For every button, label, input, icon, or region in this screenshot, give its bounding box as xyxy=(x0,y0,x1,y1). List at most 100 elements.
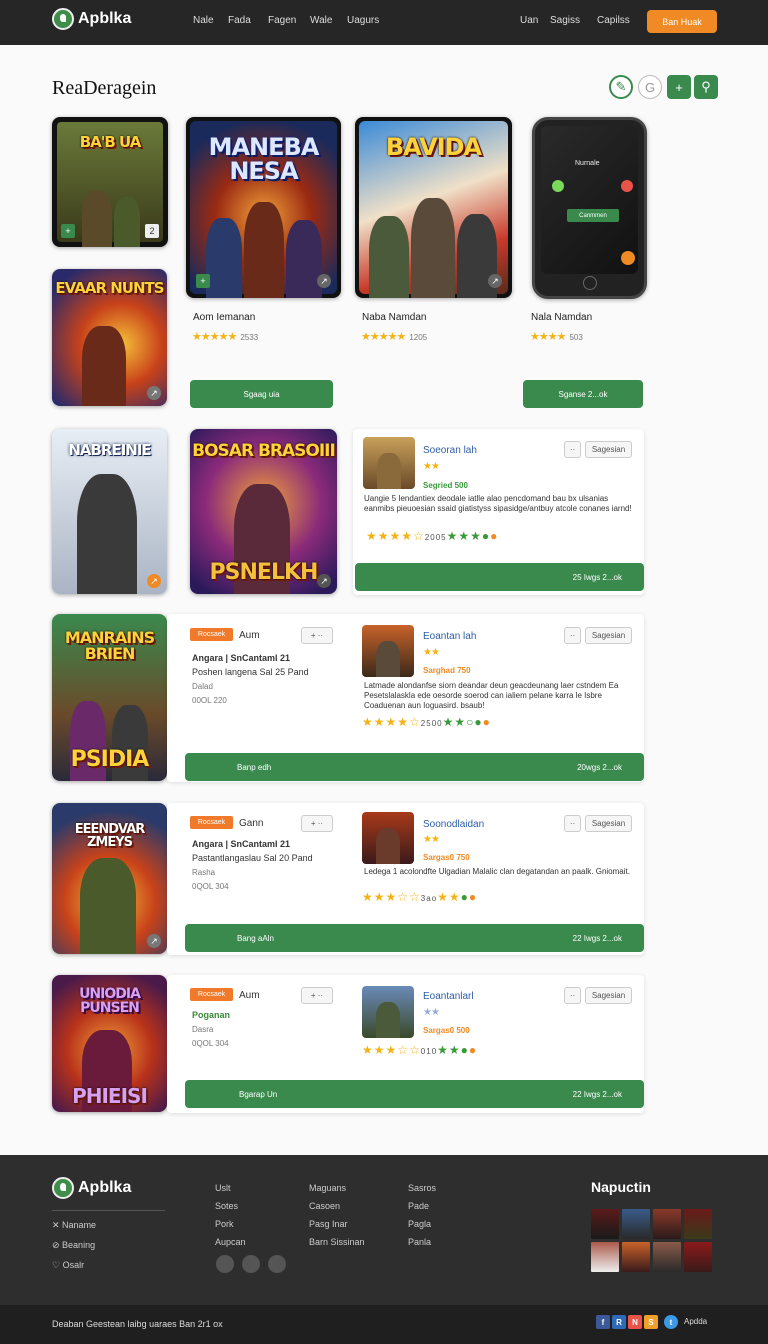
game-cover-subtitle: PSNELKH xyxy=(209,560,319,585)
s-icon[interactable]: S xyxy=(644,1315,658,1329)
nav-link-8[interactable]: Capilss xyxy=(597,15,630,26)
twitter-icon[interactable]: t xyxy=(664,1315,678,1329)
footer-logo[interactable]: Apblka xyxy=(52,1177,131,1199)
reviewer-name[interactable]: Eoantanlarl xyxy=(423,991,474,1002)
nav-link-6[interactable]: Uan xyxy=(520,15,538,26)
gallery-image[interactable] xyxy=(622,1209,650,1239)
nav-link-4[interactable]: Wale xyxy=(310,15,332,26)
listing-tag: Rocsaek xyxy=(190,816,233,829)
footer-link[interactable]: ⊘ Beaning xyxy=(52,1235,96,1255)
share-icon[interactable]: ↗ xyxy=(147,386,161,400)
follow-button[interactable]: Sagesian xyxy=(585,815,632,832)
download-button[interactable]: Bang aAln 22 Iwgs 2...ok xyxy=(185,924,644,952)
alert-icon[interactable] xyxy=(268,1255,286,1273)
follow-button[interactable]: Sagesian xyxy=(585,441,632,458)
listing-info-2: Poshen langena Sal 25 Pand xyxy=(192,667,309,677)
download-button[interactable]: Sgaag uia xyxy=(190,380,333,408)
footer-link[interactable]: Sasros xyxy=(408,1179,436,1197)
plus-icon[interactable]: + xyxy=(196,274,210,288)
more-button[interactable]: ·· xyxy=(564,815,581,832)
facebook-icon[interactable]: f xyxy=(596,1315,610,1329)
gallery-image[interactable] xyxy=(653,1242,681,1272)
share-icon[interactable]: ↗ xyxy=(317,574,331,588)
footer-link[interactable]: Panla xyxy=(408,1233,436,1251)
game-cover-title: EEENDVAR ZMEYS xyxy=(74,822,146,850)
info-icon[interactable] xyxy=(216,1255,234,1273)
footer-link[interactable]: Barn Sissinan xyxy=(309,1233,365,1251)
game-cover-2[interactable]: MANEBA NESA + ↗ xyxy=(186,117,341,298)
footer-link[interactable]: Sotes xyxy=(215,1197,246,1215)
footer-link[interactable]: Pagla xyxy=(408,1215,436,1233)
reviewer-name[interactable]: Soonodlaidan xyxy=(423,819,484,830)
footer-link[interactable]: Pade xyxy=(408,1197,436,1215)
more-button[interactable]: ·· xyxy=(564,441,581,458)
download-button[interactable]: Bgarap Un 22 Iwgs 2...ok xyxy=(185,1080,644,1108)
phone-button[interactable]: Canmmen xyxy=(567,209,619,222)
nav-link-2[interactable]: Fada xyxy=(228,15,251,26)
game-cover-side-6[interactable]: UNIODIA PUNSEN PHIEISI xyxy=(52,975,167,1112)
nav-link-3[interactable]: Fagen xyxy=(268,15,296,26)
plus-icon[interactable]: + xyxy=(667,75,691,99)
n-icon[interactable]: N xyxy=(628,1315,642,1329)
footer-link[interactable]: Aupcan xyxy=(215,1233,246,1251)
nav-link-1[interactable]: Nale xyxy=(193,15,214,26)
download-button-label: Bang aAln xyxy=(237,933,274,943)
game-cover-side-5[interactable]: EEENDVAR ZMEYS ↗ xyxy=(52,803,167,954)
header-cta-button[interactable]: Ban Huak xyxy=(647,10,717,33)
gallery-image[interactable] xyxy=(684,1242,712,1272)
game-cover-side-1[interactable]: EVAAR NUNTS ↗ xyxy=(52,269,167,406)
game-cover-side-4[interactable]: MANRAINS BRIEN PSIDIA xyxy=(52,614,167,781)
game-cover-side-2[interactable]: NABREINIE ↗ xyxy=(52,429,167,594)
listing-info-2: Pastantlangaslau Sal 20 Pand xyxy=(192,853,313,863)
footer-link[interactable]: ✕ Naname xyxy=(52,1215,96,1235)
download-button[interactable]: 25 Iwgs 2...ok xyxy=(355,563,644,591)
gallery-image[interactable] xyxy=(684,1209,712,1239)
plus-icon[interactable]: + xyxy=(61,224,75,238)
reviewer-name[interactable]: Soeoran lah xyxy=(423,445,477,456)
toggle-icon[interactable] xyxy=(552,180,564,192)
footer-link[interactable]: Pork xyxy=(215,1215,246,1233)
search-icon[interactable]: ⚲ xyxy=(694,75,718,99)
plus-icon[interactable] xyxy=(242,1255,260,1273)
reviewer-avatar xyxy=(363,437,415,489)
follow-button[interactable]: Sagesian xyxy=(585,987,632,1004)
add-button[interactable]: + ·· xyxy=(301,987,333,1004)
download-button[interactable]: Banp edh 20wgs 2...ok xyxy=(185,753,644,781)
more-button[interactable]: ·· xyxy=(564,987,581,1004)
footer-link[interactable]: Maguans xyxy=(309,1179,365,1197)
pencil-icon[interactable]: ✎ xyxy=(609,75,633,99)
r-icon[interactable]: R xyxy=(612,1315,626,1329)
gallery-image[interactable] xyxy=(622,1242,650,1272)
add-button[interactable]: + ·· xyxy=(301,815,333,832)
add-button[interactable]: + ·· xyxy=(301,627,333,644)
download-button-label: Bgarap Un xyxy=(239,1089,278,1099)
more-button[interactable]: ·· xyxy=(564,627,581,644)
gallery-image[interactable] xyxy=(591,1209,619,1239)
reviewer-name[interactable]: Eoantan lah xyxy=(423,631,476,642)
reviewer-tag: Sarghad 750 xyxy=(423,666,471,675)
nav-link-7[interactable]: Sagiss xyxy=(550,15,580,26)
game-cover-side-3[interactable]: BOSAR BRASOIII PSNELKH ↗ xyxy=(190,429,337,594)
reviewer-tag: Sargas0 750 xyxy=(423,853,470,862)
share-icon[interactable]: ↗ xyxy=(488,274,502,288)
game-cover-1[interactable]: BA'B UA + 2 xyxy=(52,117,168,247)
share-icon[interactable]: ↗ xyxy=(317,274,331,288)
download-button[interactable]: Sganse 2...ok xyxy=(523,380,643,408)
footer-col-2: Maguans Casoen Pasg Inar Barn Sissinan xyxy=(309,1179,365,1251)
footer-link[interactable]: Casoen xyxy=(309,1197,365,1215)
app-logo[interactable]: Apblka xyxy=(52,8,131,30)
game-cover-3[interactable]: BAVIDA ↗ xyxy=(355,117,512,298)
footer-app-name: Apblka xyxy=(78,1179,132,1196)
footer-link[interactable]: Pasg Inar xyxy=(309,1215,365,1233)
footer-link[interactable]: ♡ Osalr xyxy=(52,1255,96,1275)
g-icon[interactable]: G xyxy=(638,75,662,99)
gallery-image[interactable] xyxy=(653,1209,681,1239)
close-icon[interactable] xyxy=(621,180,633,192)
nav-link-5[interactable]: Uagurs xyxy=(347,15,379,26)
gallery-image[interactable] xyxy=(591,1242,619,1272)
logo-icon xyxy=(52,8,74,30)
footer-icons xyxy=(216,1255,286,1273)
share-icon[interactable]: ↗ xyxy=(147,934,161,948)
follow-button[interactable]: Sagesian xyxy=(585,627,632,644)
footer-link[interactable]: Uslt xyxy=(215,1179,246,1197)
